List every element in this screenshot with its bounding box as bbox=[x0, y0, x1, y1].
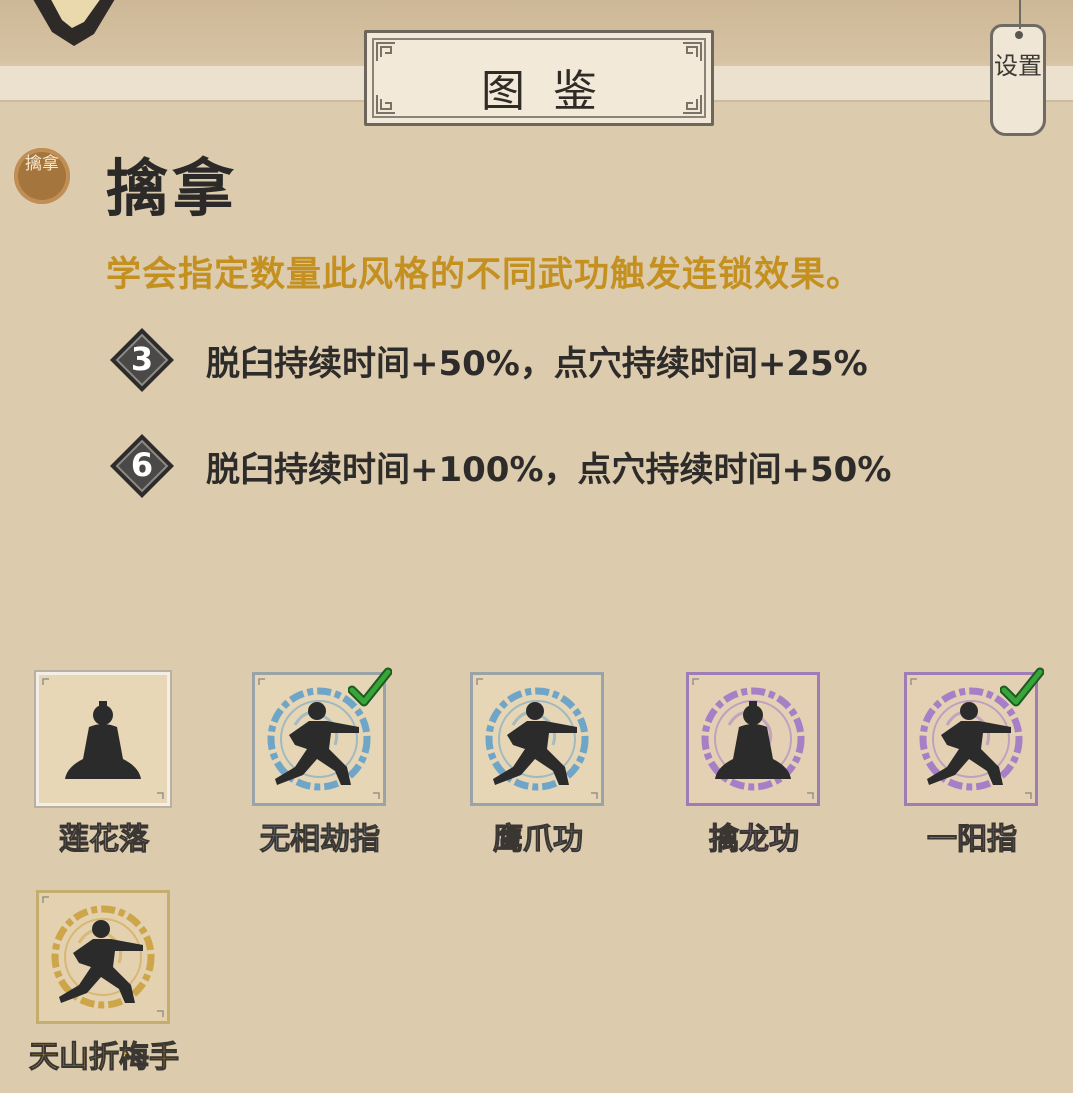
page-title: 图鉴 bbox=[481, 66, 625, 117]
martial-artist-icon bbox=[42, 678, 164, 799]
tier-count: 3 bbox=[130, 340, 154, 378]
martial-artist-icon bbox=[42, 896, 164, 1017]
tier-effect: 脱臼持续时间+50%，点穴持续时间+25% bbox=[206, 344, 868, 384]
martial-artist-icon bbox=[476, 678, 598, 799]
tier-effect: 脱臼持续时间+100%，点穴持续时间+50% bbox=[206, 450, 892, 490]
learned-check-icon bbox=[1000, 667, 1044, 707]
skill-name: 莲花落 bbox=[59, 822, 150, 858]
skill-icon-frame bbox=[686, 672, 820, 806]
skill-icon-frame bbox=[36, 890, 170, 1024]
skill-name: 一阳指 bbox=[927, 822, 1018, 858]
tier-count: 6 bbox=[130, 446, 154, 484]
learned-check-icon bbox=[348, 667, 392, 707]
style-badge: 擒拿 bbox=[14, 148, 70, 204]
style-description: 学会指定数量此风格的不同武功触发连锁效果。 bbox=[106, 255, 863, 295]
settings-button[interactable]: 设置 bbox=[990, 0, 1046, 136]
skill-name: 天山折梅手 bbox=[29, 1040, 180, 1076]
style-badge-text: 擒拿 bbox=[25, 154, 59, 174]
style-name: 擒拿 bbox=[106, 152, 239, 225]
corner-emblem-icon bbox=[33, 0, 115, 46]
title-plaque: 图鉴 bbox=[364, 30, 714, 126]
skill-name: 擒龙功 bbox=[709, 822, 800, 858]
skill-icon-frame bbox=[36, 672, 170, 806]
settings-label: 设置 bbox=[994, 52, 1042, 80]
skill-name: 无相劫指 bbox=[260, 822, 381, 858]
skill-icon-frame bbox=[470, 672, 604, 806]
knot-icon bbox=[1015, 31, 1023, 39]
skill-name: 鹰爪功 bbox=[493, 822, 584, 858]
martial-artist-icon bbox=[692, 678, 814, 799]
